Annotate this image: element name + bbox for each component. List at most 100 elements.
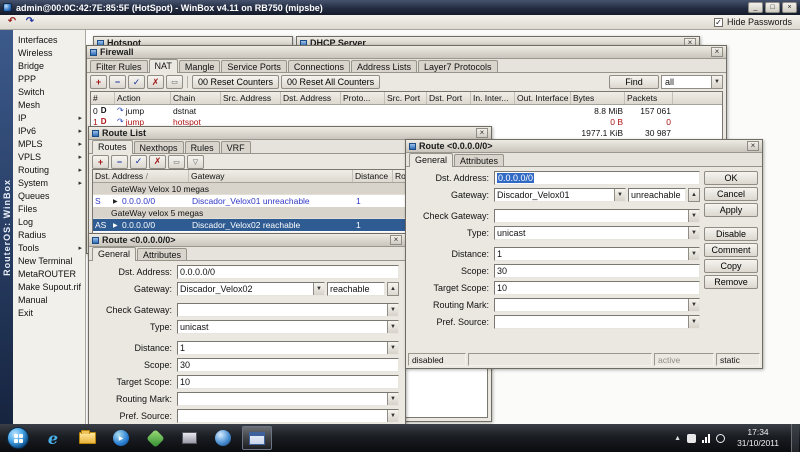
chevron-down-icon[interactable]: ▼ <box>688 316 699 328</box>
sidebar-item-files[interactable]: Files <box>13 202 85 215</box>
chevron-down-icon[interactable]: ▼ <box>387 304 398 316</box>
check-gateway-dropdown[interactable]: ▼ <box>494 209 700 223</box>
tab-rules[interactable]: Rules <box>185 141 220 153</box>
target-scope-input[interactable]: 10 <box>494 281 700 295</box>
sidebar-item-system[interactable]: System▸ <box>13 176 85 189</box>
tab-general[interactable]: General <box>92 247 136 261</box>
taskbar-app-button[interactable] <box>140 426 170 450</box>
scope-input[interactable]: 30 <box>494 264 700 278</box>
column-header-protocol[interactable]: Proto... <box>341 92 385 104</box>
sidebar-item-ip[interactable]: IP▸ <box>13 111 85 124</box>
column-header-gateway[interactable]: Gateway <box>189 170 353 182</box>
sidebar-item-metarouter[interactable]: MetaROUTER <box>13 267 85 280</box>
firewall-rule-row[interactable]: 0D ↷jump dstnat 8.8 MiB 157 061 <box>91 105 722 116</box>
tab-connections[interactable]: Connections <box>288 60 350 72</box>
close-button[interactable]: × <box>782 2 797 13</box>
tray-icon[interactable] <box>687 434 696 443</box>
tab-routes[interactable]: Routes <box>92 140 133 154</box>
column-header-packets[interactable]: Packets <box>625 92 673 104</box>
cancel-button[interactable]: Cancel <box>704 187 758 201</box>
find-button[interactable]: Find <box>609 75 659 89</box>
column-header-dst-port[interactable]: Dst. Port <box>427 92 471 104</box>
pref-source-dropdown[interactable]: ▼ <box>177 409 399 423</box>
filter-button[interactable]: ▽ <box>187 155 204 169</box>
sidebar-item-routing[interactable]: Routing▸ <box>13 163 85 176</box>
start-button[interactable] <box>7 427 29 449</box>
taskbar-browser-button[interactable] <box>208 426 238 450</box>
volume-icon[interactable] <box>716 434 725 443</box>
tab-filter-rules[interactable]: Filter Rules <box>90 60 148 72</box>
column-header-bytes[interactable]: Bytes <box>571 92 625 104</box>
add-button[interactable]: + <box>92 155 109 169</box>
sidebar-item-switch[interactable]: Switch <box>13 85 85 98</box>
tab-nexthops[interactable]: Nexthops <box>134 141 184 153</box>
sidebar-item-log[interactable]: Log <box>13 215 85 228</box>
dst-address-input[interactable]: 0.0.0.0/0 <box>494 171 700 185</box>
chevron-down-icon[interactable]: ▼ <box>387 342 398 354</box>
column-header-src-port[interactable]: Src. Port <box>385 92 427 104</box>
type-dropdown[interactable]: unicast▼ <box>494 226 700 240</box>
chevron-down-icon[interactable]: ▼ <box>688 299 699 311</box>
sidebar-item-manual[interactable]: Manual <box>13 293 85 306</box>
close-icon[interactable]: × <box>390 235 402 245</box>
expand-icon[interactable]: ▶ <box>111 198 120 205</box>
sidebar-item-vpls[interactable]: VPLS▸ <box>13 150 85 163</box>
taskbar-ie-button[interactable]: e <box>38 426 68 450</box>
pref-source-dropdown[interactable]: ▼ <box>494 315 700 329</box>
sidebar-item-exit[interactable]: Exit <box>13 306 85 319</box>
route-dialog-titlebar[interactable]: Route <0.0.0.0/0> × <box>406 140 762 153</box>
firewall-window-titlebar[interactable]: Firewall × <box>87 46 726 59</box>
gateway-input[interactable]: Discador_Velox02▼ <box>177 282 325 296</box>
distance-input[interactable]: 1▼ <box>494 247 700 261</box>
close-icon[interactable]: × <box>711 47 723 57</box>
sidebar-item-wireless[interactable]: Wireless <box>13 46 85 59</box>
chevron-down-icon[interactable]: ▼ <box>614 189 625 201</box>
remove-button[interactable]: Remove <box>704 275 758 289</box>
sidebar-item-interfaces[interactable]: Interfaces <box>13 33 85 46</box>
disable-button[interactable]: ✗ <box>147 75 164 89</box>
taskbar-media-player-button[interactable]: ▶ <box>106 426 136 450</box>
sidebar-item-ipv6[interactable]: IPv6▸ <box>13 124 85 137</box>
tab-attributes[interactable]: Attributes <box>454 154 504 166</box>
minimize-button[interactable]: _ <box>748 2 763 13</box>
disable-button[interactable]: ✗ <box>149 155 166 169</box>
chevron-down-icon[interactable]: ▼ <box>387 321 398 333</box>
window-titlebar[interactable]: admin@00:0C:42:7E:85:5F (HotSpot) - WinB… <box>0 0 800 15</box>
check-gateway-dropdown[interactable]: ▼ <box>177 303 399 317</box>
chevron-down-icon[interactable]: ▼ <box>313 283 324 295</box>
tab-service-ports[interactable]: Service Ports <box>221 60 287 72</box>
sidebar-item-ppp[interactable]: PPP <box>13 72 85 85</box>
add-button[interactable]: + <box>90 75 107 89</box>
hide-passwords-checkbox[interactable]: ✓ <box>714 18 723 27</box>
reset-counters-button[interactable]: 00 Reset Counters <box>192 75 279 89</box>
sidebar-item-make-supout[interactable]: Make Supout.rif <box>13 280 85 293</box>
column-header-action[interactable]: Action <box>115 92 171 104</box>
routing-mark-dropdown[interactable]: ▼ <box>177 392 399 406</box>
sidebar-item-bridge[interactable]: Bridge <box>13 59 85 72</box>
tab-layer7[interactable]: Layer7 Protocols <box>418 60 498 72</box>
tab-mangle[interactable]: Mangle <box>179 60 221 72</box>
sidebar-item-tools[interactable]: Tools▸ <box>13 241 85 254</box>
remove-button[interactable]: − <box>109 75 126 89</box>
chain-filter-dropdown[interactable]: all ▼ <box>661 75 723 89</box>
comment-button[interactable]: Comment <box>704 243 758 257</box>
dst-address-input[interactable]: 0.0.0.0/0 <box>177 265 399 279</box>
show-desktop-button[interactable] <box>791 424 799 452</box>
tray-expand-icon[interactable]: ▲ <box>674 435 681 442</box>
chevron-down-icon[interactable]: ▼ <box>688 248 699 260</box>
gateway-input[interactable]: Discador_Velox01▼ <box>494 188 626 202</box>
column-header-dst-address[interactable]: Dst. Address / <box>93 170 189 182</box>
taskbar-app-button-2[interactable] <box>174 426 204 450</box>
close-icon[interactable]: × <box>747 141 759 151</box>
chevron-down-icon[interactable]: ▼ <box>688 210 699 222</box>
ok-button[interactable]: OK <box>704 171 758 185</box>
tab-address-lists[interactable]: Address Lists <box>351 60 417 72</box>
enable-button[interactable]: ✓ <box>130 155 147 169</box>
sidebar-item-new-terminal[interactable]: New Terminal <box>13 254 85 267</box>
enable-button[interactable]: ✓ <box>128 75 145 89</box>
sidebar-item-queues[interactable]: Queues <box>13 189 85 202</box>
tab-attributes[interactable]: Attributes <box>137 248 187 260</box>
disable-button[interactable]: Disable <box>704 227 758 241</box>
close-icon[interactable]: × <box>476 128 488 138</box>
chevron-down-icon[interactable]: ▼ <box>387 410 398 422</box>
